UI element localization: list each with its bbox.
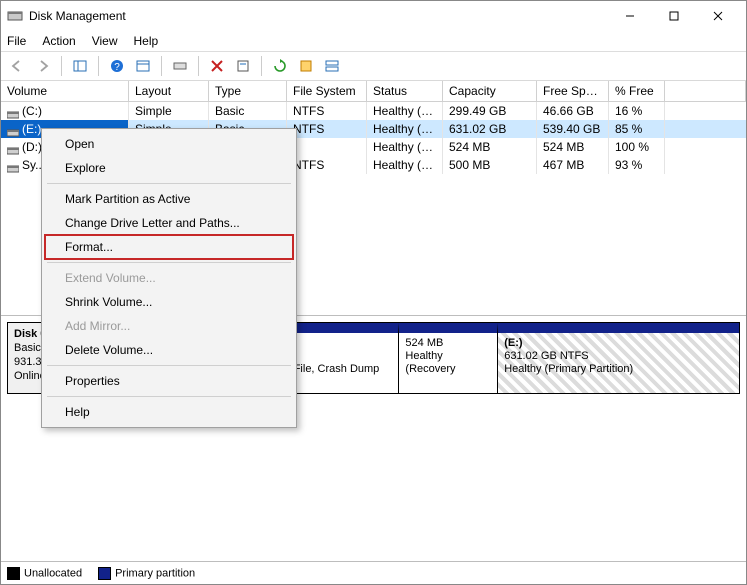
legend-primary: Primary partition [98, 567, 195, 580]
cell: Healthy (S... [367, 156, 443, 174]
action-icon[interactable] [294, 54, 318, 78]
swatch-primary-icon [98, 567, 111, 580]
partition-state: Healthy (Primary Partition) [504, 363, 733, 376]
settings-button[interactable] [131, 54, 155, 78]
window-title: Disk Management [29, 9, 126, 23]
volume-row[interactable]: (C:)SimpleBasicNTFSHealthy (B...299.49 G… [1, 102, 746, 120]
cell: 16 % [609, 102, 665, 120]
swatch-unallocated-icon [7, 567, 20, 580]
layout-icon[interactable] [320, 54, 344, 78]
menu-item[interactable]: Format... [45, 235, 293, 259]
delete-icon[interactable] [205, 54, 229, 78]
rescan-icon[interactable] [268, 54, 292, 78]
col-type[interactable]: Type [209, 81, 287, 101]
window: Disk Management File Action View Help ? … [0, 0, 747, 585]
close-button[interactable] [696, 1, 740, 31]
cell: 100 % [609, 138, 665, 156]
menu-item: Add Mirror... [45, 314, 293, 338]
svg-text:?: ? [114, 62, 120, 73]
cell: 93 % [609, 156, 665, 174]
menu-item[interactable]: Properties [45, 369, 293, 393]
title-bar: Disk Management [1, 1, 746, 31]
cell: Basic [209, 102, 287, 120]
drive-icon [7, 107, 19, 117]
col-status[interactable]: Status [367, 81, 443, 101]
cell: NTFS [287, 102, 367, 120]
menu-separator [47, 365, 291, 366]
cell: 539.40 GB [537, 120, 609, 138]
col-layout[interactable]: Layout [129, 81, 209, 101]
cell: 85 % [609, 120, 665, 138]
col-volume[interactable]: Volume [1, 81, 129, 101]
legend-unallocated: Unallocated [7, 567, 82, 580]
cell: 631.02 GB [443, 120, 537, 138]
cell: (C:) [1, 102, 129, 120]
menu-item[interactable]: Open [45, 132, 293, 156]
cell: 524 MB [537, 138, 609, 156]
app-icon [7, 8, 23, 24]
back-button[interactable] [5, 54, 29, 78]
menu-item[interactable]: Explore [45, 156, 293, 180]
cell [287, 138, 367, 156]
col-free-space[interactable]: Free Spa... [537, 81, 609, 101]
partition-size: 631.02 GB NTFS [504, 350, 733, 363]
maximize-button[interactable] [652, 1, 696, 31]
drive-icon [7, 161, 19, 171]
cell: NTFS [287, 156, 367, 174]
menu-separator [47, 183, 291, 184]
menu-item[interactable]: Help [45, 400, 293, 424]
cell: 524 MB [443, 138, 537, 156]
menu-help[interactable]: Help [134, 34, 159, 48]
toolbar: ? [1, 52, 746, 81]
menu-item: Extend Volume... [45, 266, 293, 290]
cell: Healthy (P... [367, 120, 443, 138]
drive-icon [7, 143, 19, 153]
volume-list-header: Volume Layout Type File System Status Ca… [1, 81, 746, 102]
forward-button[interactable] [31, 54, 55, 78]
partition-name: (E:) [504, 337, 733, 350]
help-button[interactable]: ? [105, 54, 129, 78]
menu-separator [47, 396, 291, 397]
partition[interactable]: 524 MBHealthy (Recovery [399, 323, 498, 393]
col-spacer [665, 81, 746, 101]
col-pct-free[interactable]: % Free [609, 81, 665, 101]
cell: Healthy (B... [367, 102, 443, 120]
col-capacity[interactable]: Capacity [443, 81, 537, 101]
col-filesystem[interactable]: File System [287, 81, 367, 101]
cell: NTFS [287, 120, 367, 138]
drive-icon [7, 125, 19, 135]
properties-icon[interactable] [231, 54, 255, 78]
menu-file[interactable]: File [7, 34, 26, 48]
cell: Simple [129, 102, 209, 120]
partition-size: 524 MB [405, 337, 491, 350]
menu-item[interactable]: Change Drive Letter and Paths... [45, 211, 293, 235]
menu-action[interactable]: Action [42, 34, 75, 48]
partition[interactable]: (E:)631.02 GB NTFSHealthy (Primary Parti… [498, 323, 739, 393]
minimize-button[interactable] [608, 1, 652, 31]
cell: Healthy (R... [367, 138, 443, 156]
menu-item[interactable]: Delete Volume... [45, 338, 293, 362]
menu-separator [47, 262, 291, 263]
partition-state: Healthy (Recovery [405, 350, 491, 376]
refresh-button[interactable] [168, 54, 192, 78]
cell: 467 MB [537, 156, 609, 174]
menu-item[interactable]: Mark Partition as Active [45, 187, 293, 211]
cell: 299.49 GB [443, 102, 537, 120]
menu-view[interactable]: View [92, 34, 118, 48]
context-menu: OpenExplore Mark Partition as ActiveChang… [41, 128, 297, 428]
cell: 46.66 GB [537, 102, 609, 120]
show-hide-console-tree-button[interactable] [68, 54, 92, 78]
menu-bar: File Action View Help [1, 31, 746, 51]
cell: 500 MB [443, 156, 537, 174]
status-bar: Unallocated Primary partition [1, 561, 746, 584]
menu-item[interactable]: Shrink Volume... [45, 290, 293, 314]
